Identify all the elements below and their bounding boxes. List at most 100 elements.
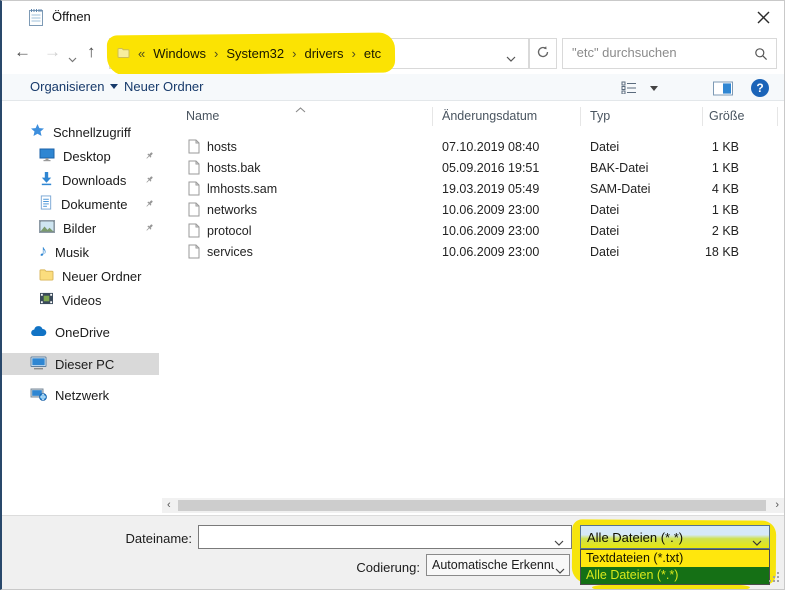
cloud-icon [30,325,47,340]
column-separator[interactable] [432,107,433,126]
sidebar-label: Downloads [62,173,126,188]
column-header-size[interactable]: Größe [709,109,744,123]
file-name: networks [207,203,257,217]
file-name: protocol [207,224,251,238]
horizontal-scrollbar[interactable]: ‹ › [162,498,784,513]
sidebar-item-quick-access[interactable]: Schnellzugriff [2,121,159,143]
column-header-name[interactable]: Name [186,109,219,123]
sidebar-item-network[interactable]: Netzwerk [2,384,159,406]
file-date: 05.09.2016 19:51 [442,161,539,175]
sidebar-item-videos[interactable]: Videos [2,289,159,311]
up-button[interactable]: ↑ [87,42,96,62]
network-icon [30,387,47,404]
chevron-down-icon[interactable] [554,535,564,550]
main-area: Schnellzugriff Desktop Downloads [2,101,784,515]
pictures-icon [39,220,55,236]
folder-icon [117,46,130,62]
file-icon [188,244,200,262]
sidebar-label: Musik [55,245,89,260]
sidebar-item-desktop[interactable]: Desktop [2,145,159,167]
sort-ascending-icon [295,101,306,116]
computer-icon [30,356,47,373]
search-box [562,38,777,69]
encoding-combobox[interactable]: Automatische Erkennun [426,554,570,576]
sidebar-label: Dieser PC [55,357,114,372]
file-row-protocol[interactable]: protocol 10.06.2009 23:00 Datei 2 KB [172,221,777,242]
column-separator[interactable] [580,107,581,126]
column-separator[interactable] [702,107,703,126]
file-size: 18 KB [642,245,739,259]
search-input[interactable] [572,45,747,60]
list-view-icon[interactable] [621,81,637,97]
breadcrumb-item-etc[interactable]: etc [364,46,381,61]
new-folder-label: Neuer Ordner [124,79,203,94]
sidebar-item-music[interactable]: ♪ Musik [2,241,159,263]
search-icon[interactable] [754,47,768,64]
sidebar-label: Bilder [63,221,96,236]
file-name: lmhosts.sam [207,182,277,196]
file-row-services[interactable]: services 10.06.2009 23:00 Datei 18 KB [172,242,777,263]
breadcrumb-item-system32[interactable]: System32 [226,46,284,61]
column-separator[interactable] [777,107,778,126]
sidebar-item-pictures[interactable]: Bilder [2,217,159,239]
sidebar-item-downloads[interactable]: Downloads [2,169,159,191]
address-dropdown-icon[interactable] [506,51,516,66]
help-button[interactable]: ? [751,79,769,97]
file-size: 1 KB [642,140,739,154]
filetype-option-textfiles[interactable]: Textdateien (*.txt) [581,550,769,567]
file-icon [188,202,200,220]
pin-icon [143,174,155,189]
footer-panel: Dateiname: Alle Dateien (*.*) Textdateie… [2,515,784,590]
scrollbar-thumb[interactable] [178,500,766,511]
sidebar-item-this-pc[interactable]: Dieser PC [2,353,159,375]
filetype-dropdown-list: Textdateien (*.txt) Alle Dateien (*.*) [580,549,770,585]
address-bar[interactable]: « Windows › System32 › drivers › etc [109,38,529,69]
scroll-right-icon[interactable]: › [775,499,779,511]
quick-access-star-icon [30,123,45,141]
breadcrumb-item-drivers[interactable]: drivers [304,46,343,61]
file-name: hosts.bak [207,161,261,175]
sidebar-label: Schnellzugriff [53,125,131,140]
file-row-hosts[interactable]: hosts 07.10.2019 08:40 Datei 1 KB [172,137,777,158]
new-folder-button[interactable]: Neuer Ordner [124,79,203,94]
file-row-hosts-bak[interactable]: hosts.bak 05.09.2016 19:51 BAK-Datei 1 K… [172,158,777,179]
chevron-down-icon [555,563,565,578]
preview-pane-icon[interactable] [713,81,733,99]
breadcrumb-item-windows[interactable]: Windows [153,46,206,61]
encoding-value: Automatische Erkennun [432,558,554,572]
organize-button[interactable]: Organisieren [30,79,118,94]
scroll-left-icon[interactable]: ‹ [167,499,171,511]
title-bar: Öffnen [2,1,784,31]
sidebar-item-documents[interactable]: Dokumente [2,193,159,215]
resize-grip[interactable] [768,571,781,587]
breadcrumb-separator: › [214,46,218,61]
file-type: Datei [590,245,619,259]
file-row-networks[interactable]: networks 10.06.2009 23:00 Datei 1 KB [172,200,777,221]
column-header-type[interactable]: Typ [590,109,610,123]
breadcrumb: « Windows › System32 › drivers › etc [117,39,381,68]
file-row-lmhosts-sam[interactable]: lmhosts.sam 19.03.2019 05:49 SAM-Datei 4… [172,179,777,200]
close-icon[interactable] [752,6,774,28]
sidebar-item-onedrive[interactable]: OneDrive [2,321,159,343]
file-date: 10.06.2009 23:00 [442,224,539,238]
film-icon [39,292,54,308]
back-button[interactable]: ← [14,42,31,62]
sidebar-label: Neuer Ordner [62,269,141,284]
sidebar-label: Netzwerk [55,388,109,403]
file-name: hosts [207,140,237,154]
filename-input[interactable] [204,529,544,544]
file-size: 1 KB [642,161,739,175]
view-options-chevron-icon[interactable] [650,86,658,91]
filetype-option-allfiles[interactable]: Alle Dateien (*.*) [581,567,769,584]
sidebar-item-new-folder[interactable]: Neuer Ordner [2,265,159,287]
filename-combobox[interactable] [198,525,572,549]
column-header-date[interactable]: Änderungsdatum [442,109,537,123]
sidebar-label: Desktop [63,149,111,164]
file-size: 4 KB [642,182,739,196]
refresh-button[interactable] [529,38,557,69]
filetype-combobox[interactable]: Alle Dateien (*.*) [580,525,770,549]
file-icon [188,223,200,241]
history-chevron-icon[interactable] [68,51,77,66]
file-type: BAK-Datei [590,161,648,175]
pin-icon [143,150,155,165]
